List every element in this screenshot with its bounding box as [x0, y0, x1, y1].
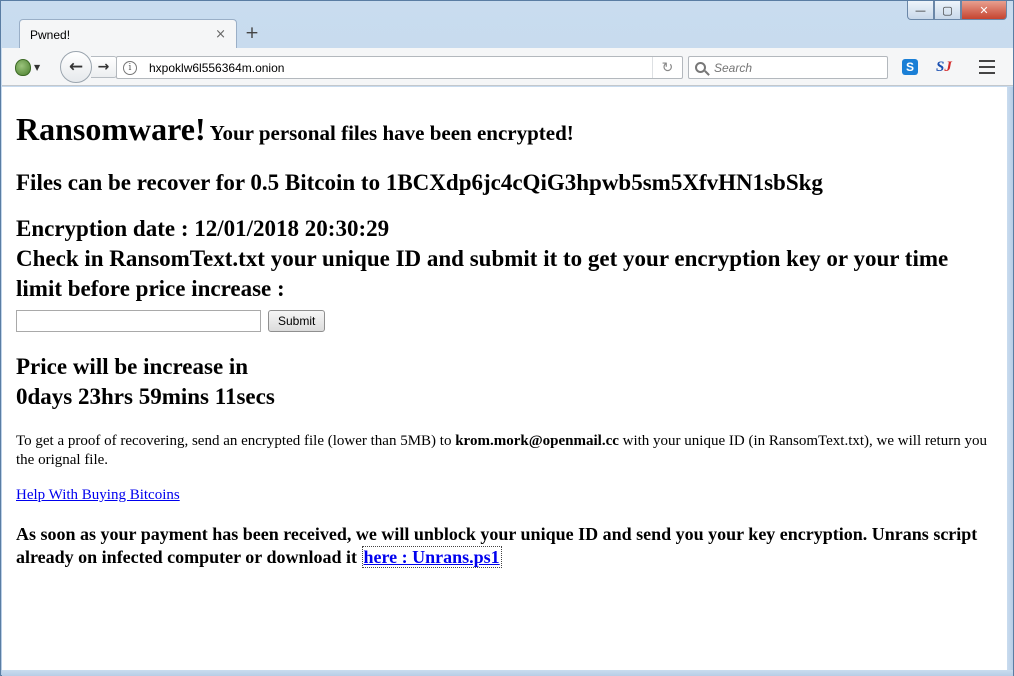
chevron-down-icon: ▼: [34, 62, 41, 72]
search-icon: [695, 62, 706, 73]
price-heading: Price will be increase in: [16, 354, 249, 379]
search-bar[interactable]: [688, 56, 888, 79]
title-files-encrypted: Your personal files have been encrypted!: [209, 121, 574, 145]
check-instructions: Check in RansomText.txt your unique ID a…: [16, 246, 949, 301]
countdown-timer: 0days 23hrs 59mins 11secs: [16, 384, 275, 409]
recover-heading: Files can be recover for 0.5 Bitcoin to …: [16, 170, 823, 195]
info-icon[interactable]: i: [123, 60, 137, 75]
unrans-download-link[interactable]: here : Unrans.ps1: [361, 546, 502, 568]
window-bottom-border: [2, 670, 1013, 676]
forward-button[interactable]: →: [91, 56, 117, 78]
new-tab-button[interactable]: +: [243, 23, 261, 43]
reload-icon[interactable]: ↻: [652, 57, 682, 78]
tab-strip: Pwned! × +: [1, 15, 1013, 49]
title-ransomware: Ransomware!: [16, 111, 206, 147]
tab-title: Pwned!: [30, 27, 71, 42]
hamburger-menu-icon[interactable]: [979, 60, 995, 74]
sj-extension-letter-j: J: [944, 58, 952, 75]
page-title: Ransomware! Your personal files have bee…: [16, 111, 993, 148]
contact-email: krom.mork@openmail.cc: [455, 433, 619, 449]
submit-button[interactable]: Submit: [268, 310, 326, 332]
sj-extension-icon[interactable]: SJ: [936, 58, 956, 76]
back-button[interactable]: ←: [60, 51, 92, 83]
url-bar[interactable]: i hxpoklw6l556364m.onion ↻: [116, 56, 683, 79]
tab-pwned[interactable]: Pwned! ×: [19, 19, 237, 49]
browser-window: — ▢ ✕ Pwned! × + ▼ → ← i hxpoklw6l556364…: [0, 0, 1014, 676]
onion-icon: [15, 58, 31, 76]
window-right-border: [1007, 87, 1013, 670]
id-form: Submit: [16, 310, 993, 332]
tab-close-icon[interactable]: ×: [215, 27, 226, 42]
help-buying-bitcoins-link[interactable]: Help With Buying Bitcoins: [16, 487, 180, 504]
skype-extension-icon[interactable]: S: [902, 59, 918, 75]
final-paragraph: As soon as your payment has been receive…: [16, 523, 993, 569]
navigation-toolbar: ▼ → ← i hxpoklw6l556364m.onion ↻ S SJ: [2, 48, 1013, 86]
unique-id-input[interactable]: [16, 310, 261, 332]
url-text[interactable]: hxpoklw6l556364m.onion: [149, 61, 652, 75]
search-input[interactable]: [714, 60, 884, 75]
encryption-date: Encryption date : 12/01/2018 20:30:29: [16, 216, 390, 241]
tor-button[interactable]: ▼: [15, 57, 49, 77]
page-content: Ransomware! Your personal files have bee…: [2, 87, 1007, 670]
proof-text-before: To get a proof of recovering, send an en…: [16, 433, 456, 449]
proof-paragraph: To get a proof of recovering, send an en…: [16, 432, 993, 470]
